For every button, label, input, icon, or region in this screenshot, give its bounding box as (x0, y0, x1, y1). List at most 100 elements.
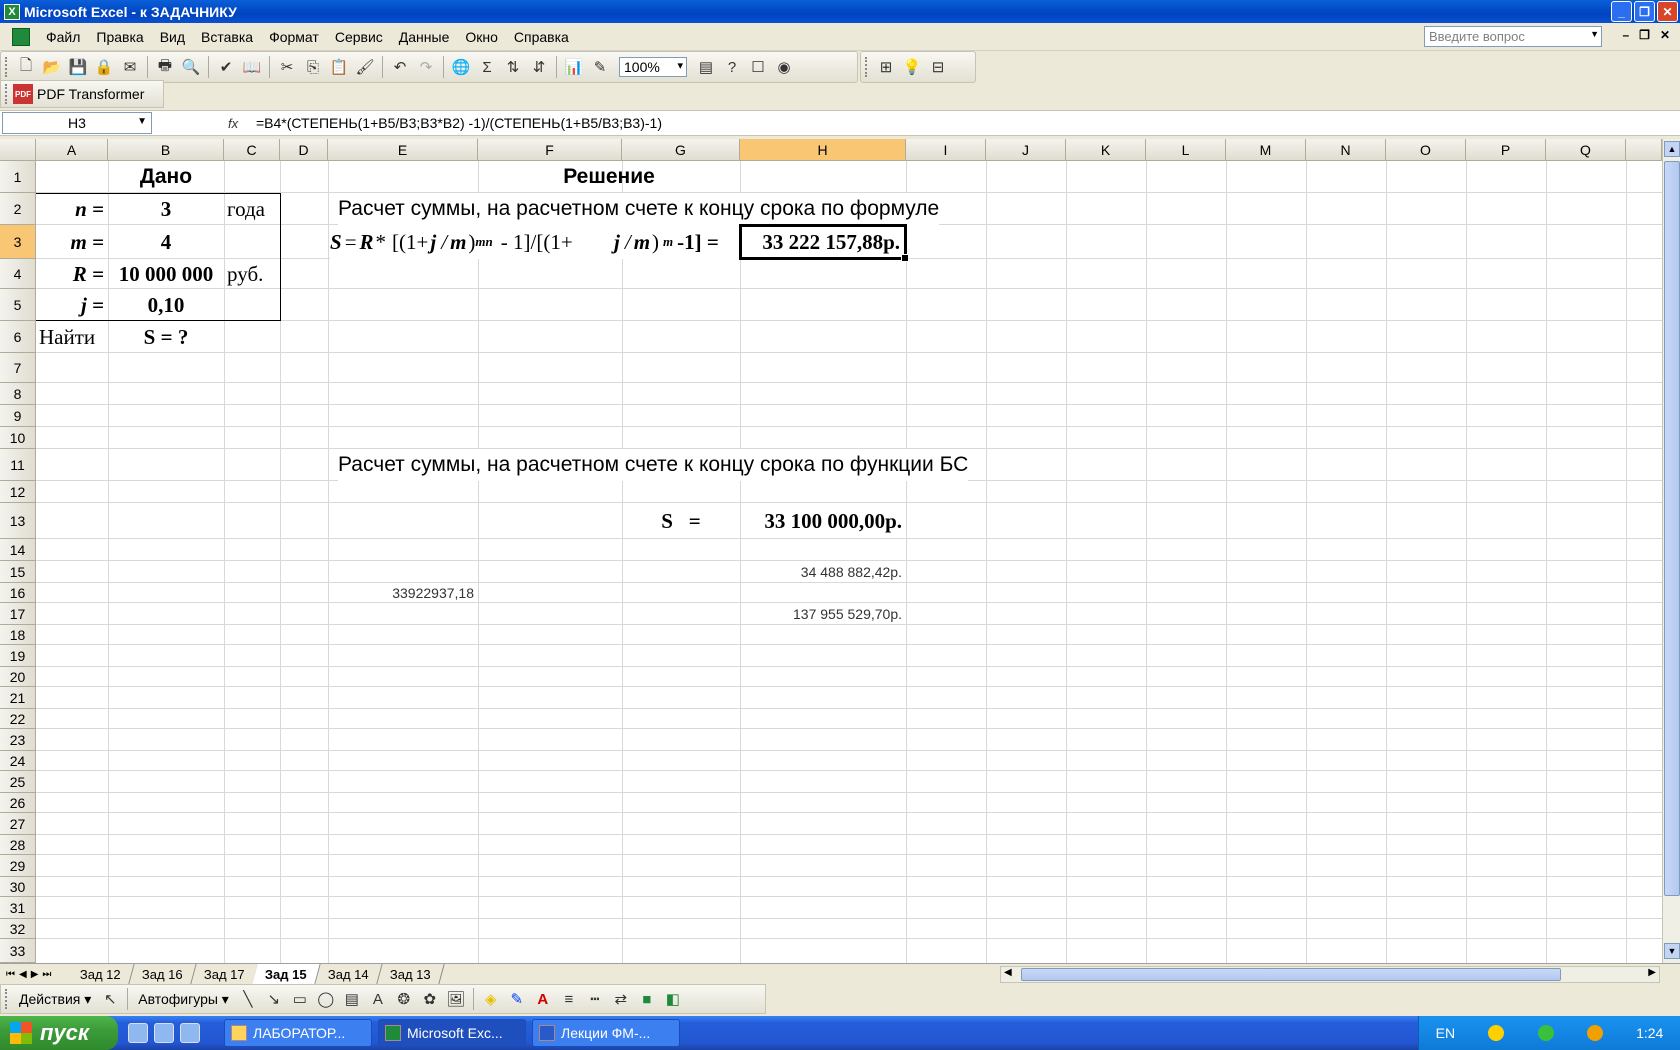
vertical-scroll-thumb[interactable] (1664, 161, 1680, 896)
oval-icon[interactable]: ◯ (315, 988, 337, 1010)
row-header-15[interactable]: 15 (0, 561, 36, 583)
antivirus-icon[interactable] (1586, 1025, 1603, 1041)
row-header-8[interactable]: 8 (0, 383, 36, 405)
line-icon[interactable]: ╲ (237, 988, 259, 1010)
spelling-icon[interactable]: ✔ (215, 56, 237, 78)
row-header-18[interactable]: 18 (0, 625, 36, 645)
paste-icon[interactable]: 📋 (328, 56, 350, 78)
fx-icon[interactable]: fx (228, 116, 248, 131)
undo-icon[interactable]: ↶ (389, 56, 411, 78)
autosum-icon[interactable]: Σ (476, 56, 498, 78)
row-header-23[interactable]: 23 (0, 729, 36, 751)
sort-descending-icon[interactable]: ⇵ (528, 56, 550, 78)
rectangle-icon[interactable]: ▭ (289, 988, 311, 1010)
lightbulb-icon[interactable]: 💡 (901, 56, 923, 78)
3d-icon[interactable]: ◧ (662, 988, 684, 1010)
last-sheet-icon[interactable]: ⏭ (42, 969, 51, 980)
record-icon[interactable]: ◉ (773, 56, 795, 78)
prev-sheet-icon[interactable]: ◀ (19, 969, 27, 980)
row-header-9[interactable]: 9 (0, 405, 36, 427)
next-sheet-icon[interactable]: ▶ (31, 969, 39, 980)
menu-data[interactable]: Данные (391, 29, 458, 45)
menu-insert[interactable]: Вставка (193, 29, 261, 45)
copy-icon[interactable]: ⎘ (302, 56, 324, 78)
row-header-25[interactable]: 25 (0, 771, 36, 793)
tray-app-icon[interactable] (1488, 1025, 1505, 1041)
cell-c2[interactable]: года (224, 193, 280, 225)
fill-color-icon[interactable]: ◈ (480, 988, 502, 1010)
minimize-button[interactable]: _ (1611, 1, 1632, 22)
help-icon[interactable]: ? (721, 56, 743, 78)
task-word[interactable]: Лекции ФМ-... (532, 1019, 680, 1047)
cell-a5[interactable]: j = (36, 289, 104, 321)
row-header-20[interactable]: 20 (0, 667, 36, 687)
col-header-g[interactable]: G (622, 139, 740, 161)
col-header-q[interactable]: Q (1546, 139, 1626, 161)
show-desktop-icon[interactable] (128, 1023, 148, 1043)
menu-edit[interactable]: Правка (88, 29, 151, 45)
cell-h13[interactable]: 33 100 000,00р. (740, 503, 906, 539)
open-icon[interactable]: 📂 (41, 56, 63, 78)
row-header-28[interactable]: 28 (0, 835, 36, 855)
vertical-scrollbar[interactable]: ▲ ▼ (1662, 139, 1680, 963)
start-button[interactable]: пуск (0, 1016, 118, 1050)
menu-format[interactable]: Формат (261, 29, 327, 45)
row-header-26[interactable]: 26 (0, 793, 36, 813)
close-button[interactable]: ✕ (1657, 1, 1678, 22)
row-header-24[interactable]: 24 (0, 751, 36, 771)
menu-help[interactable]: Справка (506, 29, 577, 45)
col-header-o[interactable]: O (1386, 139, 1466, 161)
col-header-d[interactable]: D (280, 139, 328, 161)
cell-b2[interactable]: 3 (108, 193, 224, 225)
toolbar-grip[interactable] (5, 84, 9, 104)
cell-a2[interactable]: n = (36, 193, 104, 225)
doc-close-button[interactable]: ✕ (1660, 28, 1670, 42)
col-header-next[interactable] (1626, 139, 1662, 161)
row-header-14[interactable]: 14 (0, 539, 36, 561)
diagram-icon[interactable]: ❂ (393, 988, 415, 1010)
zoom-select[interactable]: 100% (619, 57, 687, 77)
row-header-29[interactable]: 29 (0, 855, 36, 877)
drawing-icon[interactable]: ✎ (589, 56, 611, 78)
permission-icon[interactable]: 🔒 (93, 56, 115, 78)
col-header-l[interactable]: L (1146, 139, 1226, 161)
tab-zad-16[interactable]: Зад 16 (129, 964, 197, 984)
col-header-p[interactable]: P (1466, 139, 1546, 161)
row-header-10[interactable]: 10 (0, 427, 36, 449)
cell-e16[interactable]: 33922937,18 (328, 583, 478, 603)
menu-window[interactable]: Окно (457, 29, 506, 45)
select-objects-icon[interactable]: ↖ (99, 988, 121, 1010)
chart-wizard-icon[interactable]: 📊 (563, 56, 585, 78)
col-header-b[interactable]: B (108, 139, 224, 161)
doc-minimize-button[interactable]: – (1622, 28, 1629, 42)
cell-b4[interactable]: 10 000 000 (108, 259, 224, 289)
borders-icon[interactable]: ⊟ (927, 56, 949, 78)
cell-h3[interactable]: 33 222 157,88р. (742, 227, 904, 257)
task-folder[interactable]: ЛАБОРАТОР... (224, 1019, 372, 1047)
row-header-6[interactable]: 6 (0, 321, 36, 353)
print-icon[interactable]: 🖶 (154, 56, 176, 78)
tab-zad-15[interactable]: Зад 15 (252, 964, 321, 984)
col-header-k[interactable]: K (1066, 139, 1146, 161)
chevron-down-icon[interactable]: ▼ (1590, 29, 1599, 39)
row-header-33[interactable]: 33 (0, 939, 36, 963)
toolbar-grip[interactable] (865, 57, 869, 77)
cell-b3[interactable]: 4 (108, 225, 224, 259)
email-icon[interactable]: ✉ (119, 56, 141, 78)
redo-icon[interactable]: ↷ (415, 56, 437, 78)
grid-icon[interactable]: ⊞ (875, 56, 897, 78)
cell-c4[interactable]: руб. (224, 259, 280, 289)
row-header-31[interactable]: 31 (0, 897, 36, 919)
row-header-27[interactable]: 27 (0, 813, 36, 835)
row-header-13[interactable]: 13 (0, 503, 36, 539)
tab-zad-12[interactable]: Зад 12 (67, 964, 135, 984)
col-header-e[interactable]: E (328, 139, 478, 161)
row-header-30[interactable]: 30 (0, 877, 36, 897)
name-box[interactable]: H3 ▼ (2, 112, 152, 134)
col-header-c[interactable]: C (224, 139, 280, 161)
horizontal-scroll-thumb[interactable] (1021, 968, 1561, 981)
col-header-n[interactable]: N (1306, 139, 1386, 161)
row-header-22[interactable]: 22 (0, 709, 36, 729)
toolbar-grip[interactable] (5, 57, 9, 77)
row-header-17[interactable]: 17 (0, 603, 36, 625)
